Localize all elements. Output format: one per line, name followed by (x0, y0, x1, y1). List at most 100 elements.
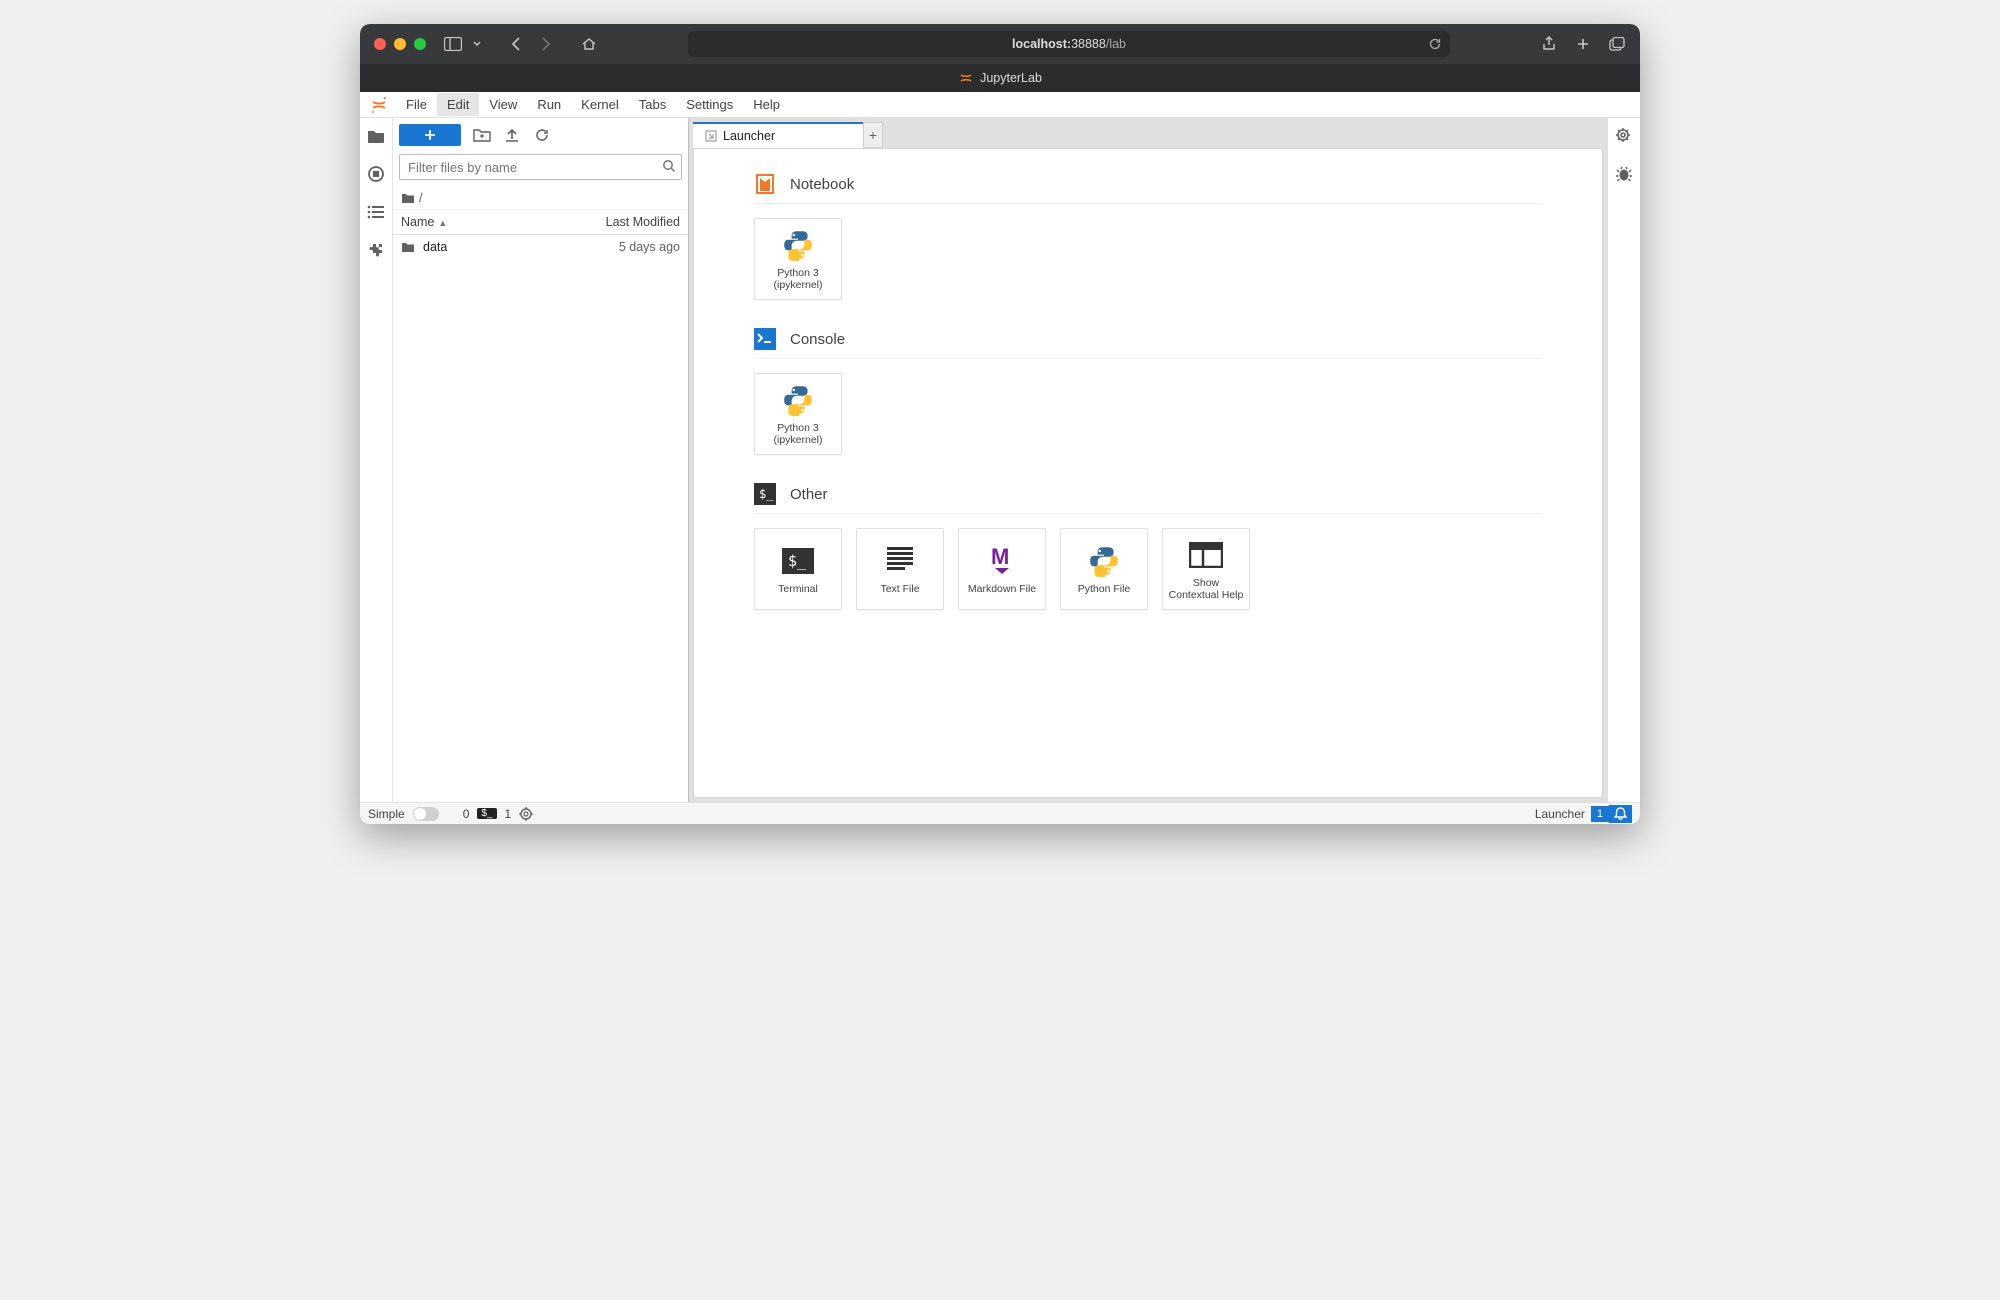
minimize-window-button[interactable] (394, 38, 406, 50)
launcher-section-notebook: Notebook Python 3 (ipykernel) (754, 173, 1542, 300)
launcher-card-contextual-help[interactable]: Show Contextual Help (1162, 528, 1250, 610)
share-icon[interactable] (1540, 35, 1558, 53)
toc-tab-icon[interactable] (366, 202, 386, 222)
simple-mode-label: Simple (368, 807, 405, 821)
terminal-status-icon[interactable]: $_ (477, 808, 496, 819)
status-context: Launcher (1535, 807, 1591, 821)
left-sidebar-rail (360, 118, 393, 802)
menu-settings[interactable]: Settings (676, 93, 743, 116)
window-traffic-lights (374, 38, 426, 50)
menu-file[interactable]: File (396, 93, 437, 116)
file-row[interactable]: data 5 days ago (393, 235, 688, 259)
file-browser-panel: / Name▲ Last Modified data 5 days ago (393, 118, 689, 802)
new-tab-button[interactable]: + (863, 122, 883, 148)
card-label: Text File (880, 583, 919, 595)
card-label: Markdown File (968, 583, 1036, 595)
dock-tab-launcher[interactable]: Launcher (693, 122, 863, 148)
jupyter-logo-icon[interactable] (368, 94, 390, 116)
launcher-panel: Notebook Python 3 (ipykernel) Console (693, 148, 1603, 798)
launcher-card-markdown[interactable]: M Markdown File (958, 528, 1046, 610)
browser-tab-title[interactable]: JupyterLab (980, 71, 1042, 85)
search-icon (662, 159, 676, 173)
sidebar-toggle-icon[interactable] (444, 35, 462, 53)
terminal-section-icon: $_ (754, 483, 776, 505)
nav-forward-icon[interactable] (536, 35, 554, 53)
kernel-count: 1 (505, 807, 512, 821)
folder-icon (401, 192, 415, 204)
home-icon[interactable] (580, 35, 598, 53)
new-tab-icon[interactable] (1574, 35, 1592, 53)
menu-run[interactable]: Run (527, 93, 571, 116)
dock-tab-label: Launcher (723, 129, 775, 143)
file-browser-toolbar (393, 118, 688, 152)
browser-window: localhost:38888/lab JupyterLab File Edit… (360, 24, 1640, 824)
right-sidebar-rail (1607, 118, 1640, 802)
property-inspector-icon[interactable] (1614, 126, 1634, 146)
svg-text:M: M (991, 546, 1009, 569)
nav-back-icon[interactable] (508, 35, 526, 53)
launcher-tab-icon (705, 130, 717, 142)
address-bar[interactable]: localhost:38888/lab (688, 31, 1450, 57)
column-name[interactable]: Name▲ (401, 215, 606, 229)
launcher-card-textfile[interactable]: Text File (856, 528, 944, 610)
notification-count-badge[interactable]: 1 (1591, 806, 1609, 822)
menu-kernel[interactable]: Kernel (571, 93, 629, 116)
status-bar: Simple 0 $_ 1 Launcher 1 (360, 802, 1640, 824)
close-window-button[interactable] (374, 38, 386, 50)
app-body: / Name▲ Last Modified data 5 days ago La… (360, 118, 1640, 802)
textfile-icon (882, 543, 918, 579)
menu-help[interactable]: Help (743, 93, 790, 116)
card-label: Show Contextual Help (1169, 577, 1244, 601)
section-label: Console (790, 331, 845, 348)
url-host: localhost: (1012, 37, 1071, 51)
url-port: 38888 (1071, 37, 1106, 51)
breadcrumb[interactable]: / (393, 186, 688, 210)
debugger-icon[interactable] (1614, 164, 1634, 184)
chevron-down-icon[interactable] (472, 35, 482, 53)
new-launcher-button[interactable] (399, 124, 461, 146)
folder-icon (401, 241, 417, 253)
menu-tabs[interactable]: Tabs (629, 93, 676, 116)
launcher-card-python3-notebook[interactable]: Python 3 (ipykernel) (754, 218, 842, 300)
markdown-icon: M (984, 543, 1020, 579)
refresh-icon[interactable] (533, 126, 551, 144)
svg-text:$_: $_ (788, 552, 807, 570)
card-label: Python 3 (ipykernel) (773, 267, 822, 291)
svg-text:$_: $_ (759, 487, 774, 501)
column-modified[interactable]: Last Modified (606, 215, 680, 229)
launcher-card-pythonfile[interactable]: Python File (1060, 528, 1148, 610)
sort-asc-icon: ▲ (438, 218, 447, 228)
running-kernels-tab-icon[interactable] (366, 164, 386, 184)
menu-edit[interactable]: Edit (437, 93, 479, 116)
menu-view[interactable]: View (479, 93, 527, 116)
terminal-icon: $_ (780, 543, 816, 579)
file-list-header: Name▲ Last Modified (393, 210, 688, 235)
file-filter-input[interactable] (399, 154, 682, 180)
python-icon (780, 227, 816, 263)
python-icon (780, 382, 816, 418)
reload-icon[interactable] (1428, 37, 1442, 51)
python-icon (1086, 543, 1122, 579)
file-filter (399, 154, 682, 180)
extensions-tab-icon[interactable] (366, 240, 386, 260)
kernel-status-icon[interactable] (519, 807, 533, 821)
url-path: /lab (1106, 37, 1126, 51)
file-name: data (423, 240, 619, 254)
simple-mode-toggle[interactable] (413, 807, 439, 821)
jupyter-tab-icon (958, 70, 974, 86)
notebook-section-icon (754, 173, 776, 195)
bell-icon[interactable] (1609, 805, 1632, 823)
dock-tabbar: Launcher + (693, 122, 1603, 148)
breadcrumb-root: / (419, 190, 423, 205)
launcher-card-python3-console[interactable]: Python 3 (ipykernel) (754, 373, 842, 455)
tabs-overview-icon[interactable] (1608, 35, 1626, 53)
file-modified: 5 days ago (619, 240, 680, 254)
launcher-card-terminal[interactable]: $_ Terminal (754, 528, 842, 610)
terminal-count: 0 (463, 807, 470, 821)
launcher-section-console: Console Python 3 (ipykernel) (754, 328, 1542, 455)
contextual-help-icon (1188, 537, 1224, 573)
maximize-window-button[interactable] (414, 38, 426, 50)
file-browser-tab-icon[interactable] (366, 126, 386, 146)
new-folder-icon[interactable] (473, 126, 491, 144)
upload-icon[interactable] (503, 126, 521, 144)
